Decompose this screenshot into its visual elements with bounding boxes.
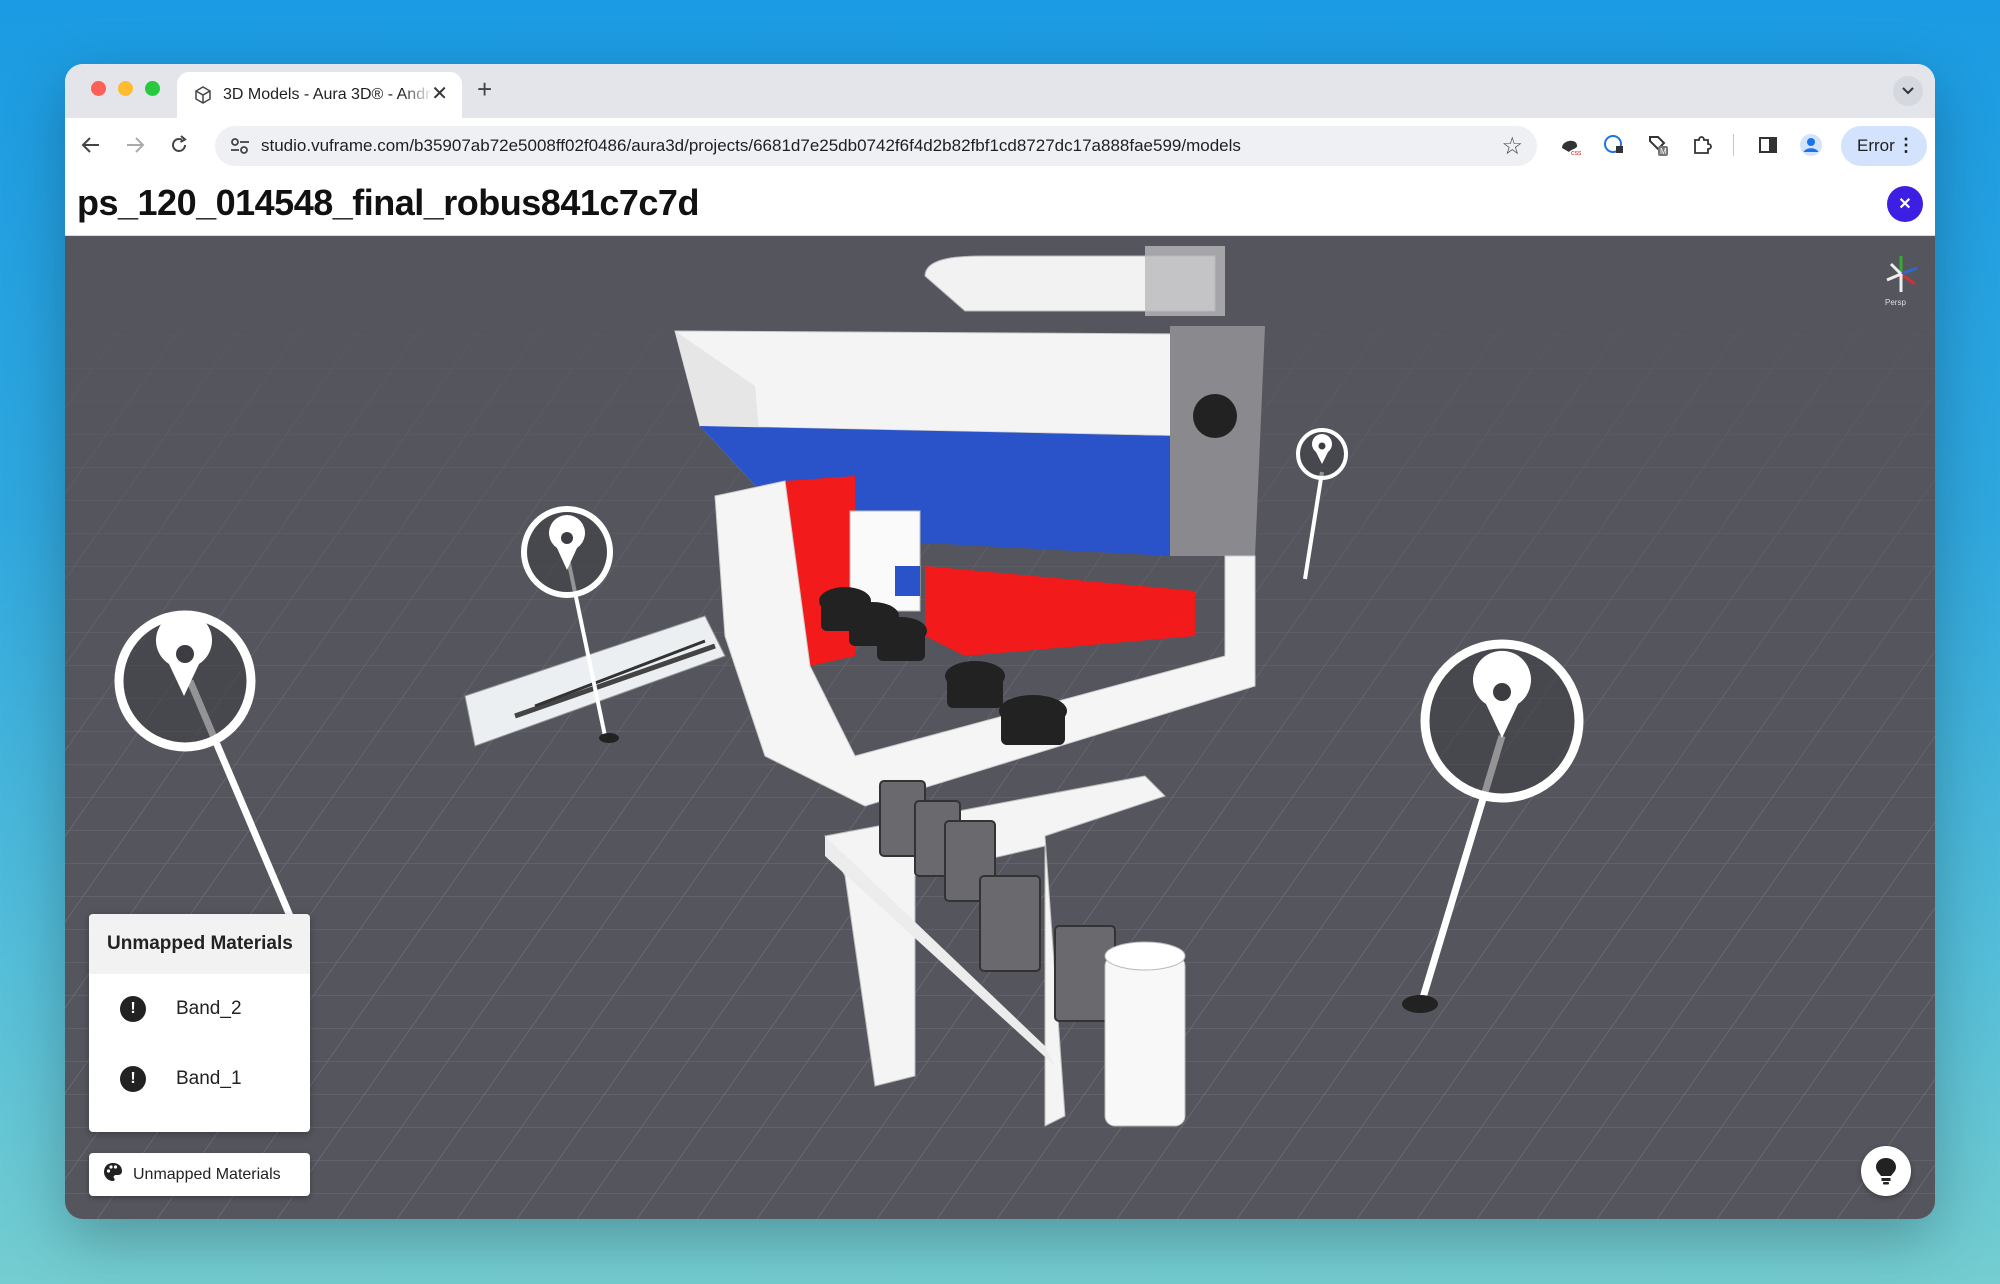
side-panel-icon[interactable] — [1755, 132, 1781, 158]
unmapped-materials-panel: Unmapped Materials ! Band_2 ! Band_1 — [89, 914, 310, 1132]
panel-heading: Unmapped Materials — [89, 914, 310, 974]
material-item-band-2[interactable]: ! Band_2 — [89, 974, 310, 1044]
close-viewer-button[interactable]: ✕ — [1887, 186, 1923, 222]
url-text: studio.vuframe.com/b35907ab72e5008ff02f0… — [261, 136, 1241, 155]
minimize-window-button[interactable] — [118, 81, 133, 96]
back-arrow-icon[interactable] — [77, 131, 105, 159]
forward-arrow-icon[interactable] — [121, 131, 149, 159]
reload-icon[interactable] — [165, 131, 193, 159]
kebab-menu-icon[interactable]: ⋮ — [1897, 135, 1915, 156]
password-extension-icon[interactable] — [1601, 132, 1627, 158]
new-tab-button[interactable]: + — [477, 76, 492, 102]
close-tab-icon[interactable]: ✕ — [431, 84, 448, 104]
tab-strip: 3D Models - Aura 3D® - Andr ✕ + — [65, 64, 1935, 118]
puzzle-extensions-icon[interactable] — [1689, 132, 1715, 158]
site-settings-icon[interactable] — [229, 136, 251, 156]
svg-text:M: M — [1660, 147, 1667, 156]
material-name: Band_2 — [176, 998, 242, 1019]
lightbulb-button[interactable] — [1861, 1146, 1911, 1196]
profile-avatar-icon[interactable] — [1798, 132, 1824, 158]
window-controls — [91, 81, 160, 96]
error-label: Error — [1857, 136, 1895, 155]
address-bar[interactable]: studio.vuframe.com/b35907ab72e5008ff02f0… — [215, 126, 1537, 166]
scene-canvas[interactable] — [65, 236, 1935, 1219]
tab-title: 3D Models - Aura 3D® - Andr — [223, 86, 431, 103]
tab-search-chevron-icon[interactable] — [1893, 76, 1923, 106]
alert-icon: ! — [120, 996, 146, 1022]
browser-toolbar: studio.vuframe.com/b35907ab72e5008ff02f0… — [65, 118, 1935, 172]
axis-gizmo-icon — [1886, 256, 1918, 292]
palette-icon — [103, 1162, 123, 1187]
svg-text:css: css — [1571, 150, 1581, 156]
gizmo-label: Persp — [1885, 298, 1906, 307]
unmapped-materials-button[interactable]: Unmapped Materials — [89, 1153, 310, 1196]
tab-3d-models[interactable]: 3D Models - Aura 3D® - Andr ✕ — [177, 72, 462, 118]
bookmark-star-icon[interactable]: ☆ — [1501, 132, 1523, 161]
close-window-button[interactable] — [91, 81, 106, 96]
3d-viewport[interactable]: Persp Unmapped Materials ! Band_2 ! Band… — [65, 236, 1935, 1219]
page-title: ps_120_014548_final_robus841c7c7d — [77, 182, 699, 223]
browser-error-button[interactable]: Error ⋮ — [1841, 126, 1927, 166]
axis-gizmo[interactable]: Persp — [1879, 248, 1925, 308]
unmapped-materials-button-label: Unmapped Materials — [133, 1165, 281, 1183]
maximize-window-button[interactable] — [145, 81, 160, 96]
tag-extension-icon[interactable]: M — [1645, 132, 1671, 158]
alert-icon: ! — [120, 1066, 146, 1092]
toolbar-separator — [1733, 134, 1734, 156]
page-header: ps_120_014548_final_robus841c7c7d ✕ — [65, 172, 1935, 236]
css-extension-icon[interactable]: css — [1557, 132, 1583, 158]
material-name: Band_1 — [176, 1068, 242, 1089]
lightbulb-icon — [1876, 1158, 1896, 1185]
material-item-band-1[interactable]: ! Band_1 — [89, 1044, 310, 1114]
browser-window: 3D Models - Aura 3D® - Andr ✕ + studio.v… — [65, 64, 1935, 1219]
cube-icon — [193, 85, 213, 105]
